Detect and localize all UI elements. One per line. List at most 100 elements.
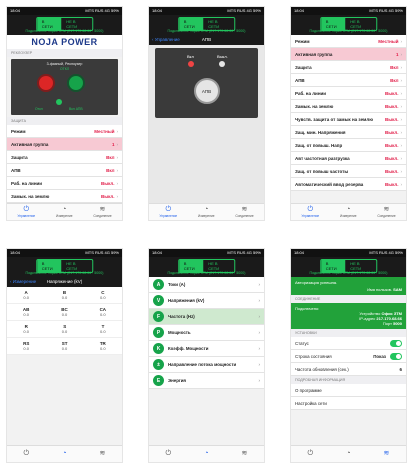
refresh-row[interactable]: Частота обновления (сек.) 6 (291, 363, 406, 376)
voltage-table: A B C 0.0 0.0 0.0 AB BC CA 0.0 0.0 0.0 R S T 0.0 0.0 0.0 R… (7, 287, 122, 355)
back-button[interactable]: ‹ Управление (152, 35, 180, 45)
tab-control[interactable]: ⏻ Управление (301, 206, 319, 218)
status-signal: MTS RUS 4G 59% (369, 8, 403, 13)
setting-label: Авт частотная разгрузка (295, 155, 350, 161)
tab-bar: ⏻ Управление ◔ Измерение ≋ Соединение (291, 203, 406, 220)
tab-connect[interactable]: ≋ Соединение (377, 206, 395, 218)
setting-value-group: Выкл. › (385, 130, 402, 135)
tab-control[interactable]: ⏻ (166, 450, 172, 458)
statusline-row[interactable]: Строка состояния Показ (291, 350, 406, 363)
tab-control[interactable]: ⏻ (24, 450, 30, 458)
setting-row[interactable]: Замык. на землю Выкл. › (291, 100, 406, 113)
gauge-icon: ◔ (346, 206, 351, 213)
connection-status: Подключено: Офис ЗТМ (217.170.68.66 : 50… (167, 29, 246, 33)
tab-control[interactable]: ⏻ Управление (159, 206, 177, 218)
connection-status: Подключено: Офис ЗТМ (217.170.68.66 : 50… (25, 29, 104, 33)
statusline-value: Показ (373, 353, 386, 359)
setting-value: Выкл. (384, 181, 399, 187)
measure-item[interactable]: K Коэфф. Мощности › (149, 341, 264, 357)
setting-value-group: Выкл. › (101, 181, 118, 186)
measure-item[interactable]: ± Направление потока мощности › (149, 357, 264, 373)
setting-row[interactable]: Автоматический ввод резерва Выкл. › (291, 178, 406, 191)
screen-measure: 18:04 MTS RUS 4G 59% В СЕТИ НЕ В СЕТИ По… (148, 248, 265, 463)
setting-label: Раб. на линии (11, 180, 43, 186)
setting-row[interactable]: Активная группа 1 › (291, 48, 406, 61)
phase-value: 0.0 (100, 312, 106, 317)
statusline-toggle[interactable] (390, 352, 402, 360)
chevron-right-icon: › (400, 116, 403, 122)
trip-button[interactable] (37, 74, 55, 92)
status-time: 18:04 (294, 8, 305, 13)
tab-measure[interactable]: ◔ Измерение (56, 206, 73, 218)
setting-label: АПВ (11, 167, 21, 173)
setting-value-group: Вкл › (390, 78, 402, 83)
setting-row[interactable]: Авт частотная разгрузка Выкл. › (291, 152, 406, 165)
setting-row[interactable]: Режим Местный › (291, 35, 406, 48)
chevron-right-icon: › (116, 154, 119, 160)
tab-control[interactable]: ⏻ (308, 450, 314, 458)
network-settings-row[interactable]: Настройка сети (291, 397, 406, 410)
tab-connect[interactable]: ≋ (100, 450, 106, 458)
tab-connect[interactable]: ≋ Соединение (93, 206, 111, 218)
measure-item[interactable]: V Напряжения (kV) › (149, 293, 264, 309)
setting-label: АПВ (295, 77, 305, 83)
setting-row[interactable]: АПВ Вкл › (291, 74, 406, 87)
tab-control[interactable]: ⏻ Управление (17, 206, 35, 218)
setting-row[interactable]: Режим Местный › (7, 125, 122, 138)
setting-label: Защ. от повыш частоты (295, 168, 349, 174)
tab-label: Управление (159, 214, 178, 218)
connection-bar: В СЕТИ НЕ В СЕТИ Подключено: Офис ЗТМ (2… (7, 15, 122, 35)
setting-row[interactable]: Раб. на линии Выкл. › (291, 87, 406, 100)
status-row[interactable]: Статус (291, 337, 406, 350)
section-connection: СОЕДИНЕНИЕ (291, 295, 406, 303)
measure-item[interactable]: A Токи (A) › (149, 277, 264, 293)
setting-row[interactable]: Активная группа 1 › (7, 138, 122, 151)
page-title: АПВ (201, 37, 212, 42)
gauge-icon: ◔ (62, 450, 67, 457)
gauge-icon: ◔ (62, 206, 67, 213)
back-button[interactable]: ‹ Измерение (10, 277, 36, 287)
tab-connect[interactable]: ≋ Соединение (235, 206, 253, 218)
auto-label: Откл (35, 107, 43, 111)
tab-label: Измерение (55, 214, 73, 218)
tab-connect[interactable]: ≋ (384, 450, 390, 458)
measure-item[interactable]: F Частота (Hz) › (149, 309, 264, 325)
status-signal: MTS RUS 4G 59% (227, 8, 261, 13)
setting-value: Выкл. (384, 129, 399, 135)
status-time: 18:04 (10, 8, 21, 13)
setting-row[interactable]: Защ. мин. Напряжения Выкл. › (291, 126, 406, 139)
close-button[interactable] (67, 74, 85, 92)
setting-row[interactable]: Защита Вкл › (291, 61, 406, 74)
back-label: Управление (154, 37, 180, 42)
tab-measure[interactable]: ◔ Измерение (340, 206, 357, 218)
measure-item[interactable]: P Мощность › (149, 325, 264, 341)
phase-value: 0.0 (23, 312, 29, 317)
wifi-icon: ≋ (99, 206, 106, 213)
about-row[interactable]: О программе (291, 384, 406, 397)
chevron-right-icon: › (400, 103, 403, 109)
tab-measure[interactable]: ◔ Измерение (198, 206, 215, 218)
voltage-content: A B C 0.0 0.0 0.0 AB BC CA 0.0 0.0 0.0 R S T 0.0 0.0 0.0 R… (7, 287, 122, 446)
status-toggle[interactable] (390, 339, 402, 347)
setting-row[interactable]: Чувств. защита от замык на землю Выкл. › (291, 113, 406, 126)
setting-row[interactable]: Защита Вкл › (7, 151, 122, 164)
panel-state: ОТКЛ (60, 67, 69, 71)
phase-value: 0.0 (61, 312, 68, 317)
chevron-right-icon: › (400, 77, 403, 83)
setting-value: Выкл. (384, 155, 399, 161)
screen-protection-list: 18:04 MTS RUS 4G 59% В СЕТИ НЕ В СЕТИ По… (290, 6, 407, 221)
setting-row[interactable]: Защ. от повыш. Напр Выкл. › (291, 139, 406, 152)
setting-row[interactable]: Защ. от повыш частоты Выкл. › (291, 165, 406, 178)
setting-row[interactable]: АПВ Вкл › (7, 164, 122, 177)
tab-connect[interactable]: ≋ (242, 450, 248, 458)
tab-measure[interactable]: ◔ (346, 450, 350, 458)
tab-measure[interactable]: ◔ (62, 450, 66, 458)
tab-measure[interactable]: ◔ (204, 450, 208, 458)
setting-row[interactable]: Замык. на землю Выкл. › (7, 190, 122, 203)
measure-item[interactable]: E Энергия › (149, 373, 264, 389)
setting-row[interactable]: Раб. на линии Выкл. › (7, 177, 122, 190)
apv-button[interactable]: АПВ (193, 78, 220, 104)
setting-value-group: Вкл › (390, 65, 402, 70)
connection-bar: В СЕТИ НЕ В СЕТИ Подключено: Офис ЗТМ (2… (149, 257, 264, 277)
wifi-icon: ≋ (241, 450, 248, 457)
